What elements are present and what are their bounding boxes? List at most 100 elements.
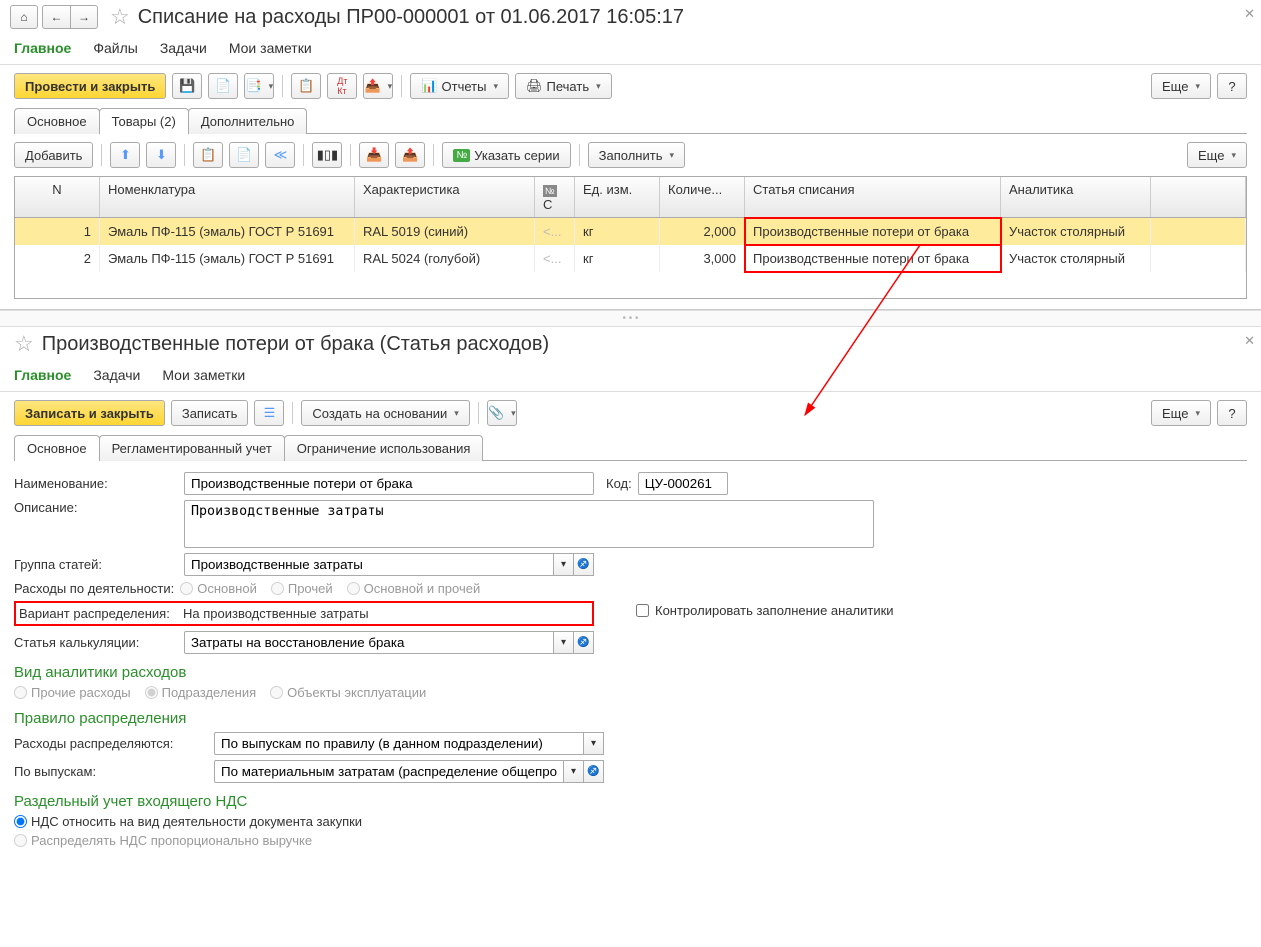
separator xyxy=(350,144,351,166)
col-article[interactable]: Статья списания xyxy=(745,177,1001,217)
col-characteristic[interactable]: Характеристика xyxy=(355,177,535,217)
fill-button[interactable]: Заполнить xyxy=(588,142,685,168)
tab-regulated[interactable]: Регламентированный учет xyxy=(99,435,285,461)
vat-section-title: Раздельный учет входящего НДС xyxy=(14,793,1247,810)
list-icon-button[interactable]: ☰ xyxy=(254,400,284,426)
activity-label: Расходы по деятельности: xyxy=(14,581,174,596)
reports-button[interactable]: 📊Отчеты xyxy=(410,73,509,99)
dropdown-icon[interactable]: ▾ xyxy=(554,553,574,576)
more-button[interactable]: Еще xyxy=(1151,400,1211,426)
based-icon-button[interactable]: 📋 xyxy=(291,73,321,99)
separator xyxy=(401,75,402,97)
mode-icon-button[interactable]: 📑 xyxy=(244,73,274,99)
home-button[interactable]: ⌂ xyxy=(10,5,38,29)
export-button[interactable]: 📤 xyxy=(395,142,425,168)
back-button[interactable]: ← xyxy=(42,5,70,29)
separator xyxy=(303,144,304,166)
tab-restriction[interactable]: Ограничение использования xyxy=(284,435,484,461)
more-icon-button[interactable]: 📤 xyxy=(363,73,393,99)
separator xyxy=(184,144,185,166)
vat-revenue-radio xyxy=(14,834,27,847)
attach-button[interactable]: 📎 xyxy=(487,400,517,426)
forward-button[interactable]: → xyxy=(70,5,98,29)
nav-tab-files[interactable]: Файлы xyxy=(93,40,137,64)
close-button[interactable]: ✕ xyxy=(1244,333,1255,349)
table-row[interactable]: 2 Эмаль ПФ-115 (эмаль) ГОСТ Р 51691 RAL … xyxy=(15,245,1246,272)
separator xyxy=(282,75,283,97)
save-close-button[interactable]: Записать и закрыть xyxy=(14,400,165,426)
rule-label: Расходы распределяются: xyxy=(14,736,208,751)
rule-section-title: Правило распределения xyxy=(14,710,1247,727)
tab-goods[interactable]: Товары (2) xyxy=(99,108,189,134)
nav-tab-main[interactable]: Главное xyxy=(14,367,71,391)
help-button[interactable]: ? xyxy=(1217,400,1247,426)
nav-tab-notes[interactable]: Мои заметки xyxy=(162,367,245,391)
distribution-value: На производственные затраты xyxy=(183,606,369,621)
grid-more-button[interactable]: Еще xyxy=(1187,142,1247,168)
code-input[interactable] xyxy=(638,472,728,495)
dt-kt-button[interactable]: ДтКт xyxy=(327,73,357,99)
post-close-button[interactable]: Провести и закрыть xyxy=(14,73,166,99)
col-s[interactable]: № С xyxy=(535,177,575,217)
col-analytics[interactable]: Аналитика xyxy=(1001,177,1151,217)
print-button[interactable]: 🖨Печать xyxy=(515,73,612,99)
dropdown-icon[interactable]: ▾ xyxy=(584,732,604,755)
by-input[interactable] xyxy=(214,760,564,783)
group-input[interactable] xyxy=(184,553,554,576)
separator xyxy=(433,144,434,166)
splitter[interactable]: • • • xyxy=(0,310,1261,327)
create-based-button[interactable]: Создать на основании xyxy=(301,400,469,426)
save-icon-button[interactable]: 💾 xyxy=(172,73,202,99)
nav-tab-tasks[interactable]: Задачи xyxy=(93,367,140,391)
tab-main[interactable]: Основное xyxy=(14,108,100,134)
anal-obj-radio xyxy=(270,686,283,699)
nav-tab-tasks[interactable]: Задачи xyxy=(160,40,207,64)
import-button[interactable]: 📥 xyxy=(359,142,389,168)
calc-input[interactable] xyxy=(184,631,554,654)
col-unit[interactable]: Ед. изм. xyxy=(575,177,660,217)
post-icon-button[interactable]: 📄 xyxy=(208,73,238,99)
vat-doc-radio[interactable] xyxy=(14,815,27,828)
separator xyxy=(292,402,293,424)
activity-other-radio xyxy=(271,582,284,595)
save-button[interactable]: Записать xyxy=(171,400,249,426)
tab-main[interactable]: Основное xyxy=(14,435,100,461)
barcode-button[interactable]: ▮▯▮ xyxy=(312,142,342,168)
dup-button[interactable]: ≪ xyxy=(265,142,295,168)
favorite-icon[interactable]: ☆ xyxy=(14,331,34,357)
add-button[interactable]: Добавить xyxy=(14,142,93,168)
desc-label: Описание: xyxy=(14,500,178,515)
help-button[interactable]: ? xyxy=(1217,73,1247,99)
nav-tab-main[interactable]: Главное xyxy=(14,40,71,64)
paste-button[interactable]: 📄 xyxy=(229,142,259,168)
series-button[interactable]: № Указать серии xyxy=(442,142,570,168)
by-label: По выпускам: xyxy=(14,764,208,779)
open-icon[interactable]: ♐ xyxy=(574,631,594,654)
dropdown-icon[interactable]: ▾ xyxy=(554,631,574,654)
code-label: Код: xyxy=(606,476,632,491)
activity-both-radio xyxy=(347,582,360,595)
col-nomenclature[interactable]: Номенклатура xyxy=(100,177,355,217)
col-n[interactable]: N xyxy=(15,177,100,217)
col-qty[interactable]: Количе... xyxy=(660,177,745,217)
rule-input[interactable] xyxy=(214,732,584,755)
desc-input[interactable] xyxy=(184,500,874,548)
table-row[interactable]: 1 Эмаль ПФ-115 (эмаль) ГОСТ Р 51691 RAL … xyxy=(15,218,1246,245)
tab-additional[interactable]: Дополнительно xyxy=(188,108,308,134)
name-input[interactable] xyxy=(184,472,594,495)
anal-dept-radio xyxy=(145,686,158,699)
close-button[interactable]: ✕ xyxy=(1244,6,1255,22)
nav-tab-notes[interactable]: Мои заметки xyxy=(229,40,312,64)
open-icon[interactable]: ♐ xyxy=(584,760,604,783)
more-button[interactable]: Еще xyxy=(1151,73,1211,99)
open-icon[interactable]: ♐ xyxy=(574,553,594,576)
copy-button[interactable]: 📋 xyxy=(193,142,223,168)
favorite-icon[interactable]: ☆ xyxy=(110,4,130,30)
control-label: Контролировать заполнение аналитики xyxy=(655,603,894,618)
group-label: Группа статей: xyxy=(14,557,178,572)
move-up-button[interactable]: ⬆ xyxy=(110,142,140,168)
move-down-button[interactable]: ⬇ xyxy=(146,142,176,168)
control-checkbox[interactable] xyxy=(636,604,649,617)
anal-other-radio xyxy=(14,686,27,699)
dropdown-icon[interactable]: ▾ xyxy=(564,760,584,783)
